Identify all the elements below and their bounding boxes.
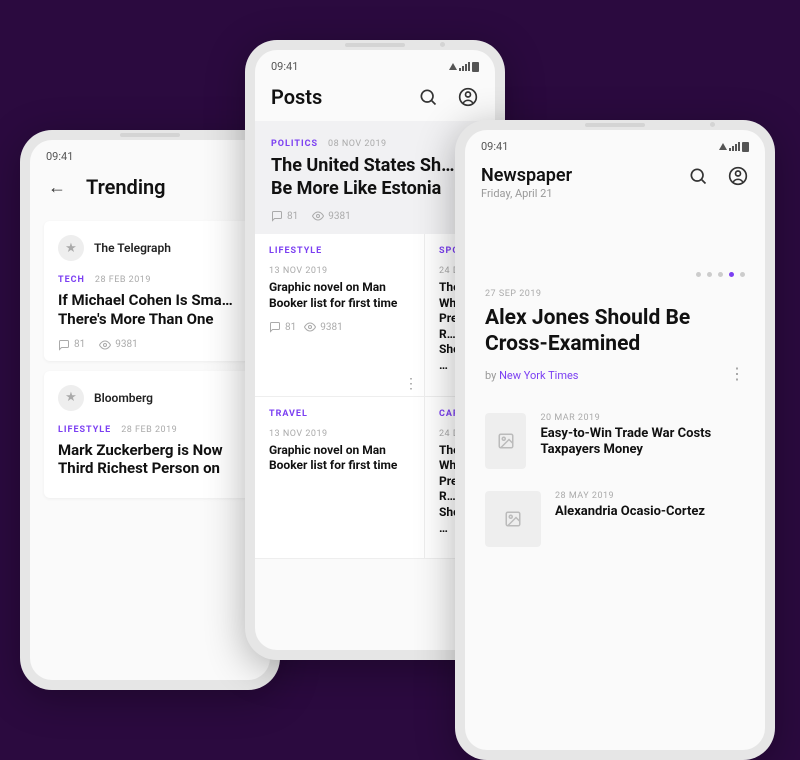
article-headline: Mark Zuckerberg is Now Third Richest Per…	[58, 441, 242, 479]
comment-icon	[271, 210, 283, 222]
status-time: 09:41	[46, 150, 73, 163]
comment-icon	[269, 321, 281, 333]
page-title: Trending	[86, 175, 254, 199]
star-icon: ★	[58, 235, 84, 261]
eye-icon	[312, 210, 324, 222]
article-date: 13 NOV 2019	[269, 266, 410, 276]
grid-article[interactable]: LIFESTYLE 13 NOV 2019 Graphic novel on M…	[255, 234, 425, 397]
article-date: 13 NOV 2019	[269, 429, 410, 439]
account-icon[interactable]	[727, 165, 749, 187]
article-card[interactable]: ★ The Telegraph TECH 28 FEB 2019 If Mich…	[44, 221, 256, 361]
battery-icon	[472, 62, 479, 72]
page-title: Posts	[271, 85, 399, 109]
article-date: 28 FEB 2019	[95, 275, 151, 285]
views-count: 9381	[312, 210, 350, 222]
article-title: Alexandria Ocasio-Cortez	[555, 504, 705, 521]
article-date: 28 MAY 2019	[555, 491, 705, 501]
page-indicator[interactable]	[465, 212, 765, 287]
comments-count: 81	[58, 339, 85, 351]
eye-icon	[99, 339, 111, 351]
wifi-icon	[719, 143, 727, 150]
phone-trending: 09:41 Trending ★ The Telegraph TECH 28 F…	[20, 130, 280, 690]
status-bar: 09:41	[465, 130, 765, 157]
eye-icon	[304, 321, 316, 333]
source-link[interactable]: New York Times	[499, 369, 578, 382]
image-placeholder-icon	[485, 413, 526, 469]
featured-story[interactable]: 27 SEP 2019 Alex Jones Should Be Cross-E…	[465, 287, 765, 399]
app-bar: Newspaper Friday, April 21	[465, 157, 765, 212]
source-name: Bloomberg	[94, 391, 153, 405]
article-card[interactable]: ★ Bloomberg LIFESTYLE 28 FEB 2019 Mark Z…	[44, 371, 256, 499]
grid-article[interactable]: TRAVEL 13 NOV 2019 Graphic novel on Man …	[255, 397, 425, 560]
status-time: 09:41	[271, 60, 298, 73]
image-placeholder-icon	[485, 491, 541, 547]
article-date: 20 MAR 2019	[540, 413, 745, 423]
comments-count: 81	[271, 210, 298, 222]
source-name: The Telegraph	[94, 241, 171, 255]
category-tag: TECH	[58, 275, 85, 285]
signal-icon	[729, 142, 740, 151]
article-headline: If Michael Cohen Is Sma… There's More Th…	[58, 291, 242, 329]
article-title: Graphic novel on Man Booker list for fir…	[269, 443, 410, 474]
more-icon[interactable]: ⋮	[404, 382, 418, 386]
hero-headline: The United States Sh… Be More Like Eston…	[271, 155, 479, 200]
article-date: 28 FEB 2019	[121, 425, 177, 435]
page-title: Newspaper	[481, 165, 669, 186]
category-tag: LIFESTYLE	[269, 246, 410, 256]
list-item[interactable]: 28 MAY 2019 Alexandria Ocasio-Cortez	[465, 483, 765, 555]
category-tag: LIFESTYLE	[58, 425, 111, 435]
back-icon[interactable]	[46, 176, 68, 198]
star-icon: ★	[58, 385, 84, 411]
article-title: Easy-to-Win Trade War Costs Taxpayers Mo…	[540, 426, 745, 460]
status-time: 09:41	[481, 140, 508, 153]
byline: by New York Times	[485, 369, 578, 382]
app-bar: Trending	[30, 167, 270, 211]
wifi-icon	[449, 63, 457, 70]
views-count: 9381	[99, 339, 137, 351]
category-tag: TRAVEL	[269, 409, 410, 419]
signal-icon	[459, 62, 470, 71]
account-icon[interactable]	[457, 86, 479, 108]
battery-icon	[742, 142, 749, 152]
phone-newspaper: 09:41 Newspaper Friday, April 21 27 SE	[455, 120, 775, 760]
page-subtitle: Friday, April 21	[481, 187, 669, 200]
status-bar: 09:41	[255, 50, 495, 77]
comment-icon	[58, 339, 70, 351]
search-icon[interactable]	[687, 165, 709, 187]
search-icon[interactable]	[417, 86, 439, 108]
status-bar: 09:41	[30, 140, 270, 167]
story-title: Alex Jones Should Be Cross-Examined	[485, 305, 745, 358]
more-icon[interactable]: ⋮	[729, 364, 745, 383]
list-item[interactable]: 20 MAR 2019 Easy-to-Win Trade War Costs …	[465, 405, 765, 477]
app-bar: Posts	[255, 77, 495, 121]
article-title: Graphic novel on Man Booker list for fir…	[269, 280, 410, 311]
article-date: 08 NOV 2019	[328, 139, 387, 149]
article-date: 27 SEP 2019	[485, 289, 745, 299]
category-tag: POLITICS	[271, 139, 318, 149]
